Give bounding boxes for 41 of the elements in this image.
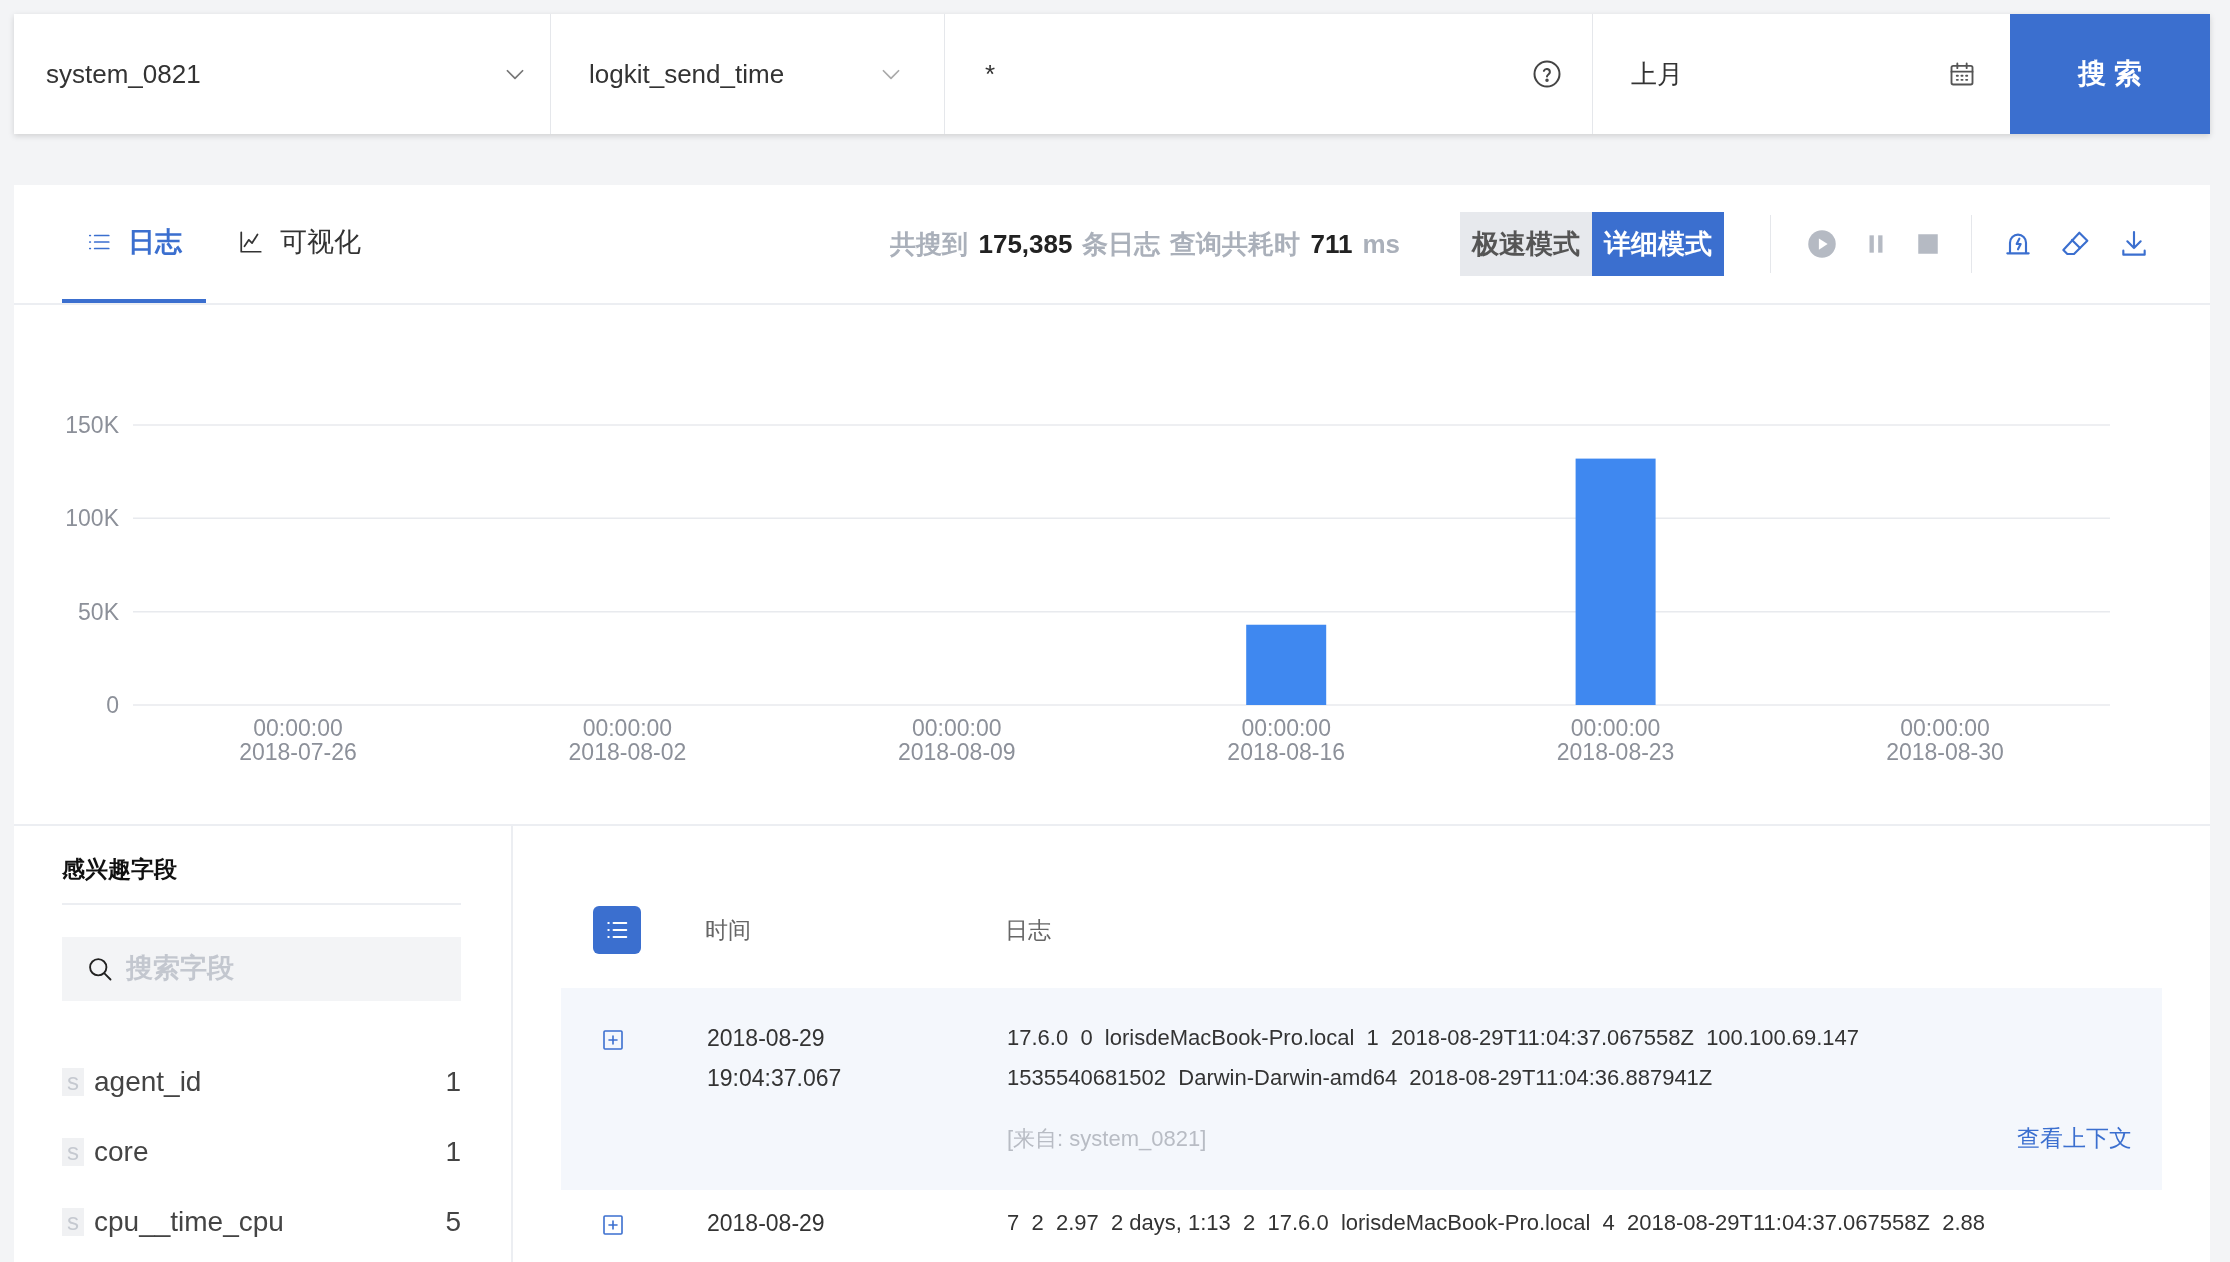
context-link[interactable]: 查看上下文	[2017, 1120, 2132, 1156]
field-count: 1	[445, 1064, 461, 1099]
result-label: 查询共耗时	[1170, 227, 1301, 261]
field-count: 5	[445, 1204, 461, 1239]
field-name[interactable]: cpu__time_cpu	[94, 1200, 446, 1243]
tab[interactable]: 日志	[62, 185, 206, 303]
field-name[interactable]: agent_id	[94, 1060, 446, 1103]
field-count: 1	[445, 1134, 461, 1169]
column-header: 时间	[705, 915, 752, 945]
log-time: 19:04:37.067	[707, 1064, 843, 1093]
result-number: 175,385	[978, 227, 1073, 261]
mode-button[interactable]: 详细模式	[1592, 212, 1724, 276]
x-axis-label: 00:00:00 2018-08-30	[1886, 715, 2004, 765]
log-date: 2018-08-29	[707, 1209, 826, 1238]
field-name[interactable]: core	[94, 1130, 446, 1173]
x-axis-label: 00:00:00 2018-08-02	[568, 715, 687, 765]
result-number: 711	[1310, 227, 1353, 261]
log-source: [来自: system_0821]	[1007, 1124, 1207, 1153]
log-date: 2018-08-29	[707, 1024, 826, 1053]
x-axis-label: 00:00:00 2018-08-09	[897, 715, 1016, 765]
mode-button[interactable]: 极速模式	[1460, 212, 1592, 276]
dataset-select[interactable]: system_0821	[14, 14, 551, 134]
x-axis-label: 00:00:00 2018-07-26	[239, 715, 357, 765]
tab[interactable]: 可视化	[214, 185, 385, 303]
result-label: ms	[1362, 227, 1400, 261]
column-header: 日志	[1005, 915, 1051, 945]
log-message: 7 2 2.97 2 days, 1:13 2 17.6.0 lorisdeMacBook-Pro.local 4 2018-08-29T11:04:37.067558Z 2.88	[1007, 1209, 1986, 1237]
result-label: 条日志	[1082, 227, 1161, 261]
y-axis-label: 150K	[65, 412, 119, 438]
query-input[interactable]: *	[945, 14, 1593, 134]
field-select[interactable]: logkit_send_time	[551, 14, 945, 134]
x-axis-label: 00:00:00 2018-08-16	[1227, 715, 1346, 765]
y-axis-label: 0	[106, 692, 119, 718]
time-range-picker[interactable]: 上月	[1593, 14, 2010, 134]
y-axis-label: 50K	[78, 598, 119, 625]
search-button[interactable]: 搜 索	[2010, 14, 2210, 134]
panel-title: 感兴趣字段	[62, 852, 461, 905]
result-label: 共搜到	[890, 227, 969, 261]
log-message: 17.6.0 0 lorisdeMacBook-Pro.local 1 2018-08-29T11:04:37.067558Z 100.100.69.147 1535540681502 Darwin-Darwin-amd64 2018-08-29T11:04:36.887941Z	[1007, 1024, 1861, 1092]
y-axis-label: 100K	[65, 505, 119, 532]
x-axis-label: 00:00:00 2018-08-23	[1556, 715, 1675, 765]
